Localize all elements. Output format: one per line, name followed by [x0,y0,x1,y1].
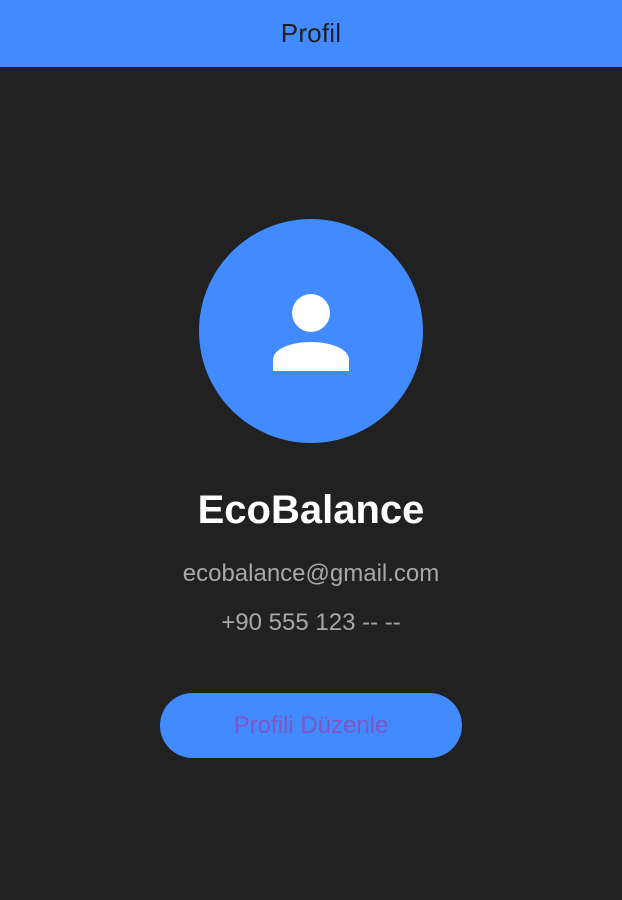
edit-profile-button[interactable]: Profili Düzenle [160,693,462,758]
person-icon [273,294,349,371]
avatar [199,219,423,443]
profile-name: EcoBalance [197,488,425,532]
profile-phone: +90 555 123 -- -- [221,609,401,636]
profile-email: ecobalance@gmail.com [182,560,440,587]
profile-content: EcoBalance ecobalance@gmail.com +90 555 … [0,67,622,900]
app-bar: Profil [0,0,622,67]
page-title: Profil [280,18,342,48]
